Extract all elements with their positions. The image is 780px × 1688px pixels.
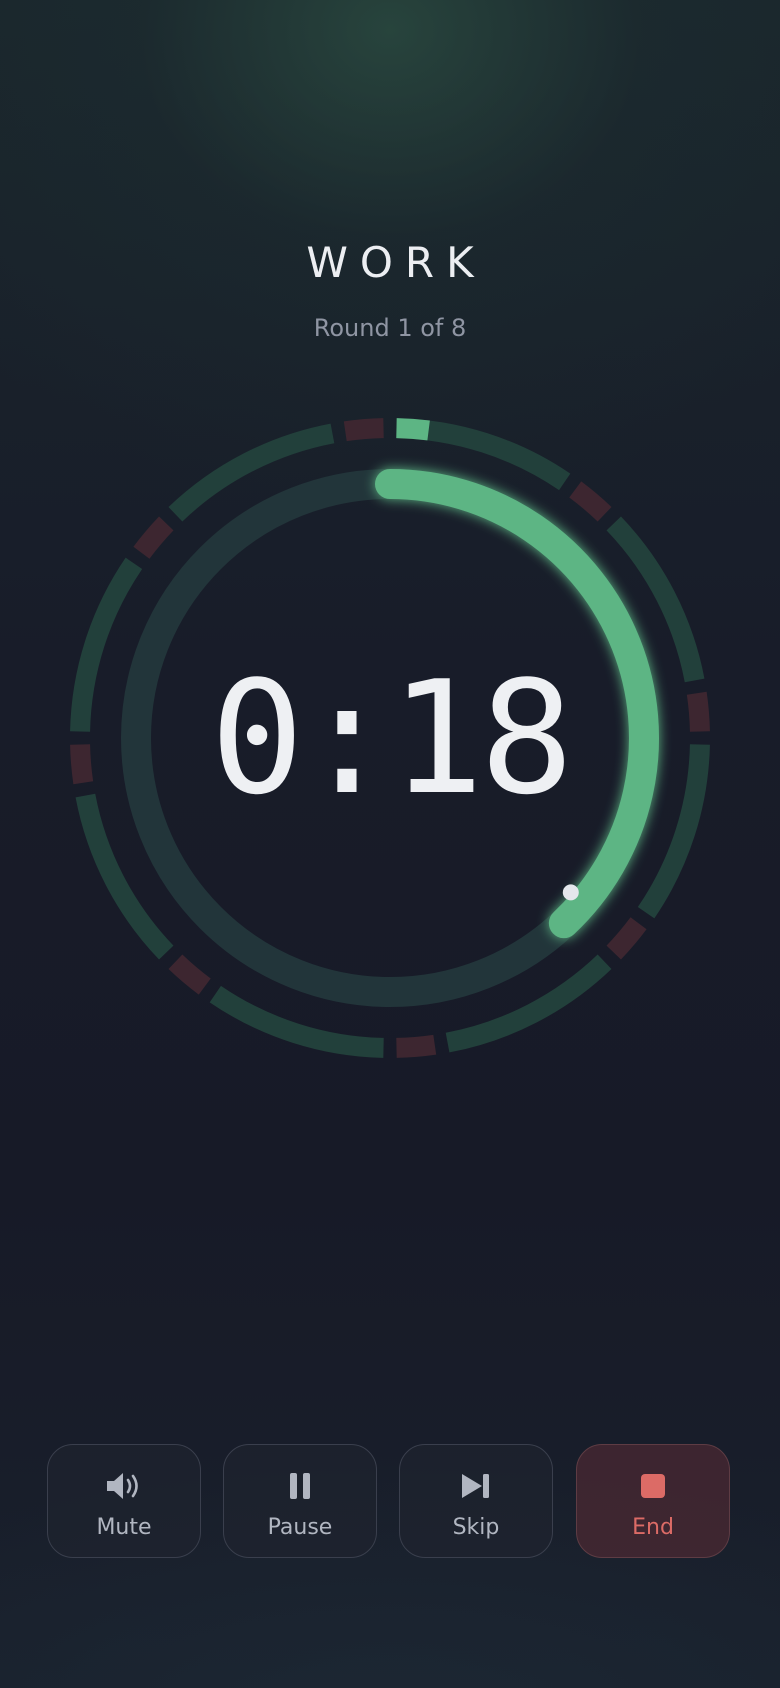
round-indicator: Round 1 of 8 bbox=[313, 314, 467, 342]
interval-segment-rest bbox=[133, 516, 174, 559]
interval-segment-rest bbox=[569, 481, 612, 522]
interval-segment-work bbox=[396, 418, 571, 491]
interval-segment-rest bbox=[168, 954, 211, 995]
end-button[interactable]: End bbox=[576, 1444, 730, 1558]
interval-segment-current-fill bbox=[396, 418, 430, 441]
skip-button[interactable]: Skip bbox=[399, 1444, 553, 1558]
interval-segment-work bbox=[168, 423, 335, 522]
interval-segment-work bbox=[75, 793, 174, 960]
skip-forward-icon bbox=[400, 1471, 552, 1501]
interval-segment-rest bbox=[606, 917, 647, 960]
mute-label: Mute bbox=[96, 1515, 152, 1540]
skip-label: Skip bbox=[452, 1515, 500, 1540]
stop-icon bbox=[577, 1471, 729, 1501]
interval-segment-work bbox=[606, 516, 705, 683]
control-bar: Mute Pause Skip End bbox=[47, 1444, 733, 1560]
pause-label: Pause bbox=[267, 1515, 333, 1540]
mute-button[interactable]: Mute bbox=[47, 1444, 201, 1558]
interval-segment-rest bbox=[396, 1034, 437, 1058]
interval-segment-rest bbox=[343, 418, 384, 442]
pause-icon bbox=[224, 1471, 376, 1501]
time-remaining: 0:18 bbox=[210, 647, 574, 829]
interval-segment-work bbox=[209, 985, 384, 1058]
end-label: End bbox=[632, 1515, 674, 1540]
phase-title: WORK bbox=[306, 238, 486, 287]
progress-end-dot bbox=[562, 884, 579, 901]
interval-segment-work bbox=[445, 954, 612, 1053]
speaker-icon bbox=[48, 1471, 200, 1501]
pause-button[interactable]: Pause bbox=[223, 1444, 377, 1558]
